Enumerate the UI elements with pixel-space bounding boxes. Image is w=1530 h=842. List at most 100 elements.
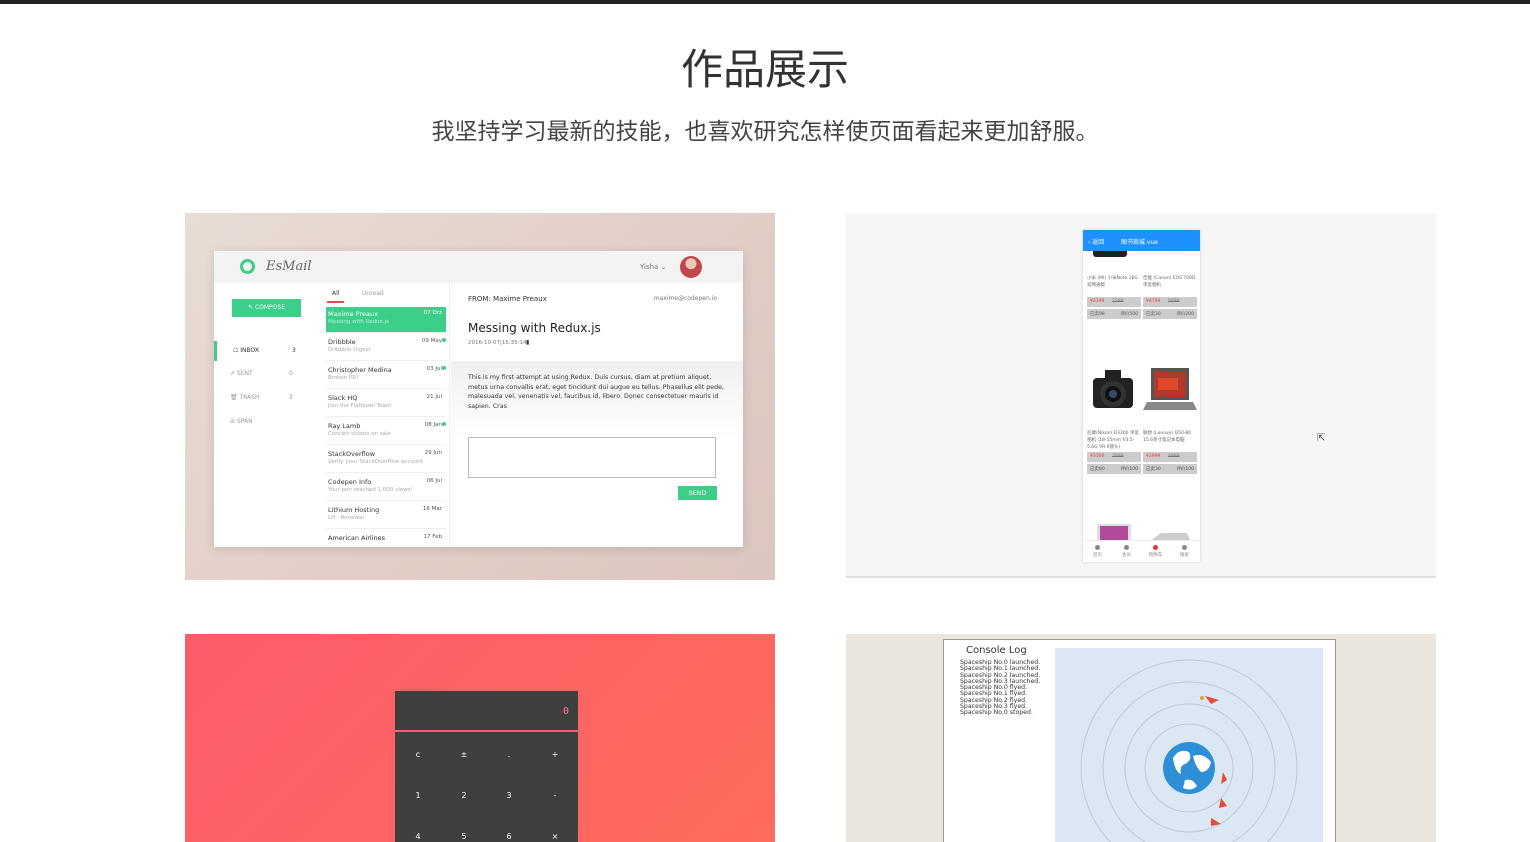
product-card: 佳能 (Canon) EOS 700D 单反相机 ¥4799 5699 已卖30 评… (1143, 275, 1197, 319)
product-price: ¥3100 (1090, 454, 1105, 459)
tab-home: 首页 (1083, 545, 1112, 558)
calculator-value: 0 (562, 706, 569, 717)
list-item: StackOverflow Verify your StackOverflow … (326, 447, 446, 473)
sidebar-item-trash: 🗑 TRASH 3 (214, 388, 320, 408)
list-item: Ray Lamb Concert tickets on sale 08 Jan (326, 419, 446, 445)
shop-title: 图书商城.vue (1121, 239, 1158, 246)
orbit-svg (1080, 659, 1298, 842)
calc-key: 5 (461, 832, 467, 841)
mail-date: 29 Jun (424, 450, 442, 456)
mail-body: This is my first attempt at using Redux.… (451, 361, 743, 439)
tab-label: 搜索 (1180, 553, 1189, 558)
back-button: ‹ 返回 (1088, 239, 1105, 246)
list-item: Maxime Preaux Messing with Redux.js 07 O… (326, 307, 446, 333)
product-price: ¥2999 (1146, 454, 1161, 459)
sidebar-item-sent: ➚ SENT 0 (214, 364, 320, 384)
mail-snippet: Join the Flahbowl Team (328, 403, 392, 409)
product-card: 尼康(Nikon) D3300 单反相机 (18-55mm f/3.5-5.6G… (1087, 430, 1141, 474)
sidebar-item-inbox: ☖ INBOX 3 (214, 341, 320, 361)
mail-date: 16 Mar (422, 506, 442, 512)
product-reviews: 评价100 (1176, 467, 1194, 472)
portfolio-card-spaceship[interactable]: Console Log Spaceship No.0 launched. Spa… (846, 634, 1436, 842)
mail-from: Christopher Medina (328, 366, 392, 374)
product-price-row: ¥4799 5699 (1143, 297, 1197, 307)
list-item: Christopher Medina Broken PR? 03 Jul (326, 363, 446, 389)
mail-from: Codepen Info (328, 478, 372, 486)
product-meta: 已卖80 评价100 (1087, 464, 1141, 474)
mail-tabs: All Unread (322, 283, 449, 303)
orbit-map (1055, 648, 1323, 842)
tab-label: 会员 (1122, 553, 1131, 558)
mail-snippet: Your pen reached 1,000 views! (328, 487, 413, 493)
unread-dot-icon (442, 366, 446, 370)
mail-from: American Airlines (328, 534, 386, 542)
trash-icon: ▮ (526, 339, 530, 346)
product-reviews: 评价100 (1120, 467, 1138, 472)
mouse-cursor-icon: ⇱ (1317, 433, 1326, 444)
portfolio-card-shop[interactable]: ‹ 返回 图书商城.vue 小米 (MI) 小米Note 16G 双网通版 ¥2… (846, 213, 1436, 578)
calc-key: c (415, 750, 421, 759)
calculator: 0 c ± . + 1 2 3 - 4 5 6 × (395, 691, 578, 842)
console-log: Spaceship No.0 launched. Spaceship No.1 … (960, 659, 1040, 717)
product-name: 佳能 (Canon) EOS 700D 单反相机 (1143, 276, 1196, 288)
product-price-row: ¥2999 4999 (1143, 452, 1197, 462)
calc-key: ± (460, 750, 468, 759)
avatar (680, 256, 702, 278)
shop-navbar: ‹ 返回 图书商城.vue (1083, 230, 1200, 251)
product-price: ¥2199 (1090, 299, 1105, 304)
product-card: 小米 (MI) 小米Note 16G 双网通版 ¥2199 2599 已卖98 评价… (1087, 275, 1141, 319)
user-menu: Yisha ⌄ (640, 263, 667, 271)
mail-from: StackOverflow (328, 450, 376, 458)
product-name: 联想 (Lenovo) G50-80 15.6英寸笔记本电脑 (1143, 431, 1192, 443)
sidebar-item-label: ☖ INBOX (233, 347, 260, 354)
calc-key: + (551, 750, 559, 759)
calculator-display: 0 (395, 691, 578, 732)
product-name: 小米 (MI) 小米Note 16G 双网通版 (1087, 276, 1138, 288)
laptop-image (1143, 368, 1197, 410)
sidebar-item-span: ⊘ SPAN (214, 412, 320, 432)
mail-snippet: Messing with Redux.js (328, 319, 389, 325)
mail-date: 06 Jul (426, 478, 442, 484)
portfolio-card-calculator[interactable]: 0 c ± . + 1 2 3 - 4 5 6 × (185, 634, 775, 842)
calc-key: . (507, 750, 511, 759)
send-button: SEND (678, 486, 717, 500)
mail-date: 03 Jul (426, 366, 442, 372)
tab-label: 首页 (1093, 553, 1102, 558)
calc-key: 1 (415, 791, 421, 800)
product-old-price: 2599 (1112, 299, 1124, 304)
calc-key: 2 (461, 791, 467, 800)
mail-date: 17 Feb (423, 534, 443, 540)
log-line: Spaceship No.0 stoped. (960, 709, 1033, 717)
tab-search: 搜索 (1170, 545, 1199, 558)
tab-label: 购物车 (1148, 553, 1163, 558)
sidebar-item-label: ➚ SENT (230, 370, 253, 377)
compose-button: ✎ COMPOSE (232, 299, 301, 317)
product-reviews: 评价500 (1120, 312, 1138, 317)
unread-dot-icon (442, 338, 446, 342)
mail-from-line: FROM: Maxime Preaux (468, 295, 547, 303)
camera-image (1093, 370, 1133, 408)
mail-list: All Unread Maxime Preaux Messing with Re… (322, 283, 450, 547)
esmail-sidebar: ✎ COMPOSE ☖ INBOX 3 ➚ SENT 0 🗑 TRASH 3 ⊘… (214, 283, 320, 547)
product-price-row: ¥2199 2599 (1087, 297, 1141, 307)
calc-key: 3 (506, 791, 512, 800)
mail-snippet: LH - Renewal (328, 515, 364, 521)
product-old-price: 3999 (1112, 454, 1124, 459)
mail-snippet: Broken PR? (328, 375, 359, 381)
mail-reader: FROM: Maxime Preaux maxime@codepen.io Me… (451, 283, 743, 547)
mail-snippet: Verify your StackOverflow account (328, 459, 423, 465)
esmail-logo-text: EsMail (266, 259, 312, 274)
cart-icon (1153, 545, 1158, 550)
shop-phone-screen: ‹ 返回 图书商城.vue 小米 (MI) 小米Note 16G 双网通版 ¥2… (1083, 230, 1200, 562)
reply-textarea (468, 437, 716, 478)
sidebar-item-count: 0 (289, 370, 293, 377)
user-icon (1124, 545, 1129, 550)
tab-all: All (327, 290, 345, 303)
product-reviews: 评价200 (1176, 312, 1194, 317)
product-meta: 已卖30 评价100 (1143, 464, 1197, 474)
portfolio-card-esmail[interactable]: EsMail Yisha ⌄ ✎ COMPOSE ☖ INBOX 3 ➚ SEN… (185, 213, 775, 580)
mail-date: 21 Jul (426, 394, 442, 400)
mail-from: Ray Lamb (328, 422, 361, 430)
product-sold: 已卖30 (1146, 467, 1161, 472)
product-sold: 已卖30 (1146, 312, 1161, 317)
